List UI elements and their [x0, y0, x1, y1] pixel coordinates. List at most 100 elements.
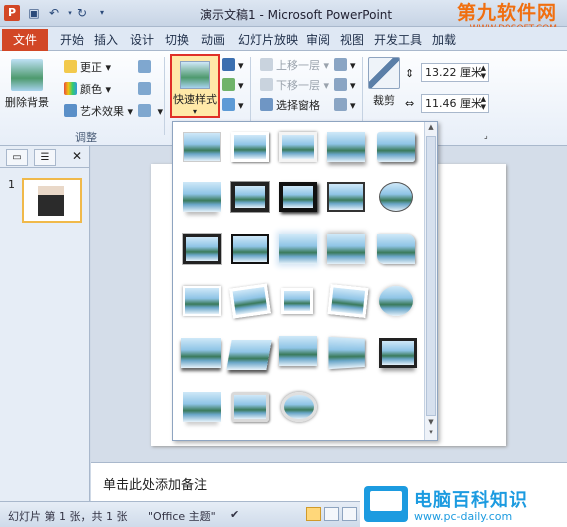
- width-input[interactable]: 11.46 厘米 ▲ ▼: [421, 94, 489, 113]
- tab-animations[interactable]: 动画: [197, 29, 229, 51]
- selection-pane-button[interactable]: 选择窗格: [260, 97, 320, 115]
- style-thumbnail[interactable]: [226, 340, 272, 370]
- tab-addins[interactable]: 加载: [428, 29, 460, 51]
- slides-pane: ▭ ☰ ✕ 1: [0, 146, 90, 501]
- spell-check-icon[interactable]: ✔: [230, 508, 239, 521]
- style-thumbnail[interactable]: [377, 132, 415, 162]
- scroll-thumb[interactable]: [426, 136, 436, 416]
- tab-developer[interactable]: 开发工具: [370, 29, 426, 51]
- close-pane-icon[interactable]: ✕: [72, 149, 82, 163]
- slide-sorter-view-icon[interactable]: [324, 507, 339, 521]
- watermark-top-cn: 第九软件网: [456, 2, 557, 24]
- style-thumbnail[interactable]: [182, 233, 222, 265]
- rotate-icon: [334, 98, 347, 111]
- artistic-effects-label: 艺术效果: [80, 105, 124, 118]
- style-thumbnail[interactable]: [181, 338, 221, 368]
- style-thumbnail[interactable]: [379, 286, 413, 316]
- style-thumbnail[interactable]: [183, 286, 221, 316]
- style-thumbnail[interactable]: [379, 338, 417, 368]
- style-thumbnail[interactable]: [281, 288, 313, 314]
- style-thumbnail[interactable]: [327, 182, 365, 212]
- color-label: 颜色: [80, 83, 102, 96]
- send-backward-icon: [260, 78, 273, 91]
- style-thumbnail[interactable]: [231, 392, 269, 422]
- scroll-up-icon[interactable]: ▲: [425, 123, 437, 131]
- outline-tab-icon[interactable]: ☰: [34, 149, 56, 166]
- reset-picture-icon: [138, 104, 151, 117]
- slide-thumbnail-image: [38, 186, 64, 216]
- theme-name[interactable]: "Office 主题": [148, 508, 216, 524]
- compress-pictures-button[interactable]: [138, 59, 154, 77]
- slide-number: 1: [8, 178, 15, 191]
- corrections-button[interactable]: 更正 ▾: [64, 59, 111, 77]
- group-button[interactable]: ▾: [334, 77, 356, 95]
- reading-view-icon[interactable]: [342, 507, 357, 521]
- scroll-down-icon[interactable]: ▼: [425, 418, 437, 426]
- picture-layout-button[interactable]: ▾: [222, 97, 244, 115]
- style-thumbnail[interactable]: [379, 182, 413, 212]
- bring-forward-button[interactable]: 上移一层 ▾: [260, 57, 329, 75]
- bring-forward-icon: [260, 58, 273, 71]
- style-thumbnail[interactable]: [279, 132, 317, 162]
- quick-styles-dropdown-icon: ▾: [192, 107, 197, 116]
- style-thumbnail[interactable]: [281, 392, 317, 422]
- align-button[interactable]: ▾: [334, 57, 356, 75]
- quick-styles-button[interactable]: 快速样式 ▾: [170, 54, 220, 118]
- picture-effects-icon: [222, 78, 235, 91]
- style-thumbnail[interactable]: [231, 132, 269, 162]
- change-picture-button[interactable]: [138, 81, 154, 99]
- slide-thumbnail[interactable]: [22, 178, 82, 223]
- artistic-effects-button[interactable]: 艺术效果 ▾: [64, 103, 133, 121]
- color-button[interactable]: 颜色 ▾: [64, 81, 111, 99]
- style-thumbnail[interactable]: [183, 182, 221, 212]
- customize-qat-icon[interactable]: ▾: [94, 5, 110, 21]
- remove-background-button[interactable]: 删除背景: [4, 59, 50, 110]
- size-dialog-launcher-icon[interactable]: ⌟: [484, 127, 488, 145]
- notes-placeholder: 单击此处添加备注: [103, 478, 208, 493]
- height-input[interactable]: 13.22 厘米 ▲ ▼: [421, 63, 489, 82]
- selection-pane-icon: [260, 98, 273, 111]
- watermark-bottom-en: www.pc-daily.com: [414, 510, 513, 523]
- style-thumbnail[interactable]: [327, 284, 369, 318]
- save-icon[interactable]: ▣: [26, 5, 42, 21]
- width-spinner-icon[interactable]: ▲ ▼: [481, 95, 486, 111]
- group-icon: [334, 78, 347, 91]
- normal-view-icon[interactable]: [306, 507, 321, 521]
- picture-border-button[interactable]: ▾: [222, 57, 244, 75]
- slides-tab-icon[interactable]: ▭: [6, 149, 28, 166]
- style-thumbnail[interactable]: [279, 336, 317, 366]
- style-thumbnail[interactable]: [279, 182, 317, 212]
- gallery-scrollbar[interactable]: ▲ ▼ ▾: [424, 122, 437, 440]
- style-thumbnail[interactable]: [328, 336, 365, 370]
- send-backward-button[interactable]: 下移一层 ▾: [260, 77, 329, 95]
- height-spinner-icon[interactable]: ▲ ▼: [481, 64, 486, 80]
- tab-design[interactable]: 设计: [126, 29, 158, 51]
- tab-home[interactable]: 开始: [56, 29, 88, 51]
- watermark-bottom: 电脑百科知识 www.pc-daily.com: [360, 482, 567, 527]
- gallery-more-icon[interactable]: ▾: [425, 428, 437, 436]
- style-thumbnail[interactable]: [231, 234, 269, 264]
- height-value: 13.22 厘米: [425, 66, 482, 79]
- tab-slideshow[interactable]: 幻灯片放映: [234, 29, 302, 51]
- style-thumbnail[interactable]: [183, 132, 221, 162]
- style-thumbnail[interactable]: [327, 132, 365, 162]
- tab-review[interactable]: 审阅: [302, 29, 334, 51]
- style-thumbnail[interactable]: [279, 234, 317, 264]
- undo-icon[interactable]: ↶: [46, 5, 62, 21]
- tab-insert[interactable]: 插入: [90, 29, 122, 51]
- style-thumbnail[interactable]: [377, 234, 415, 264]
- crop-button[interactable]: 裁剪: [366, 57, 402, 108]
- style-thumbnail[interactable]: [230, 181, 270, 213]
- tab-view[interactable]: 视图: [336, 29, 368, 51]
- ribbon-tab-bar: 文件 开始 插入 设计 切换 动画 幻灯片放映 审阅 视图 开发工具 加载: [0, 27, 567, 51]
- powerpoint-app-icon[interactable]: P: [4, 5, 20, 21]
- picture-effects-button[interactable]: ▾: [222, 77, 244, 95]
- style-thumbnail[interactable]: [229, 283, 271, 319]
- style-thumbnail[interactable]: [183, 392, 221, 422]
- redo-icon[interactable]: ↻: [74, 5, 90, 21]
- tab-file[interactable]: 文件: [2, 29, 48, 51]
- style-thumbnail[interactable]: [327, 234, 365, 264]
- reset-picture-button[interactable]: ▾: [138, 103, 163, 121]
- tab-transitions[interactable]: 切换: [161, 29, 193, 51]
- rotate-button[interactable]: ▾: [334, 97, 356, 115]
